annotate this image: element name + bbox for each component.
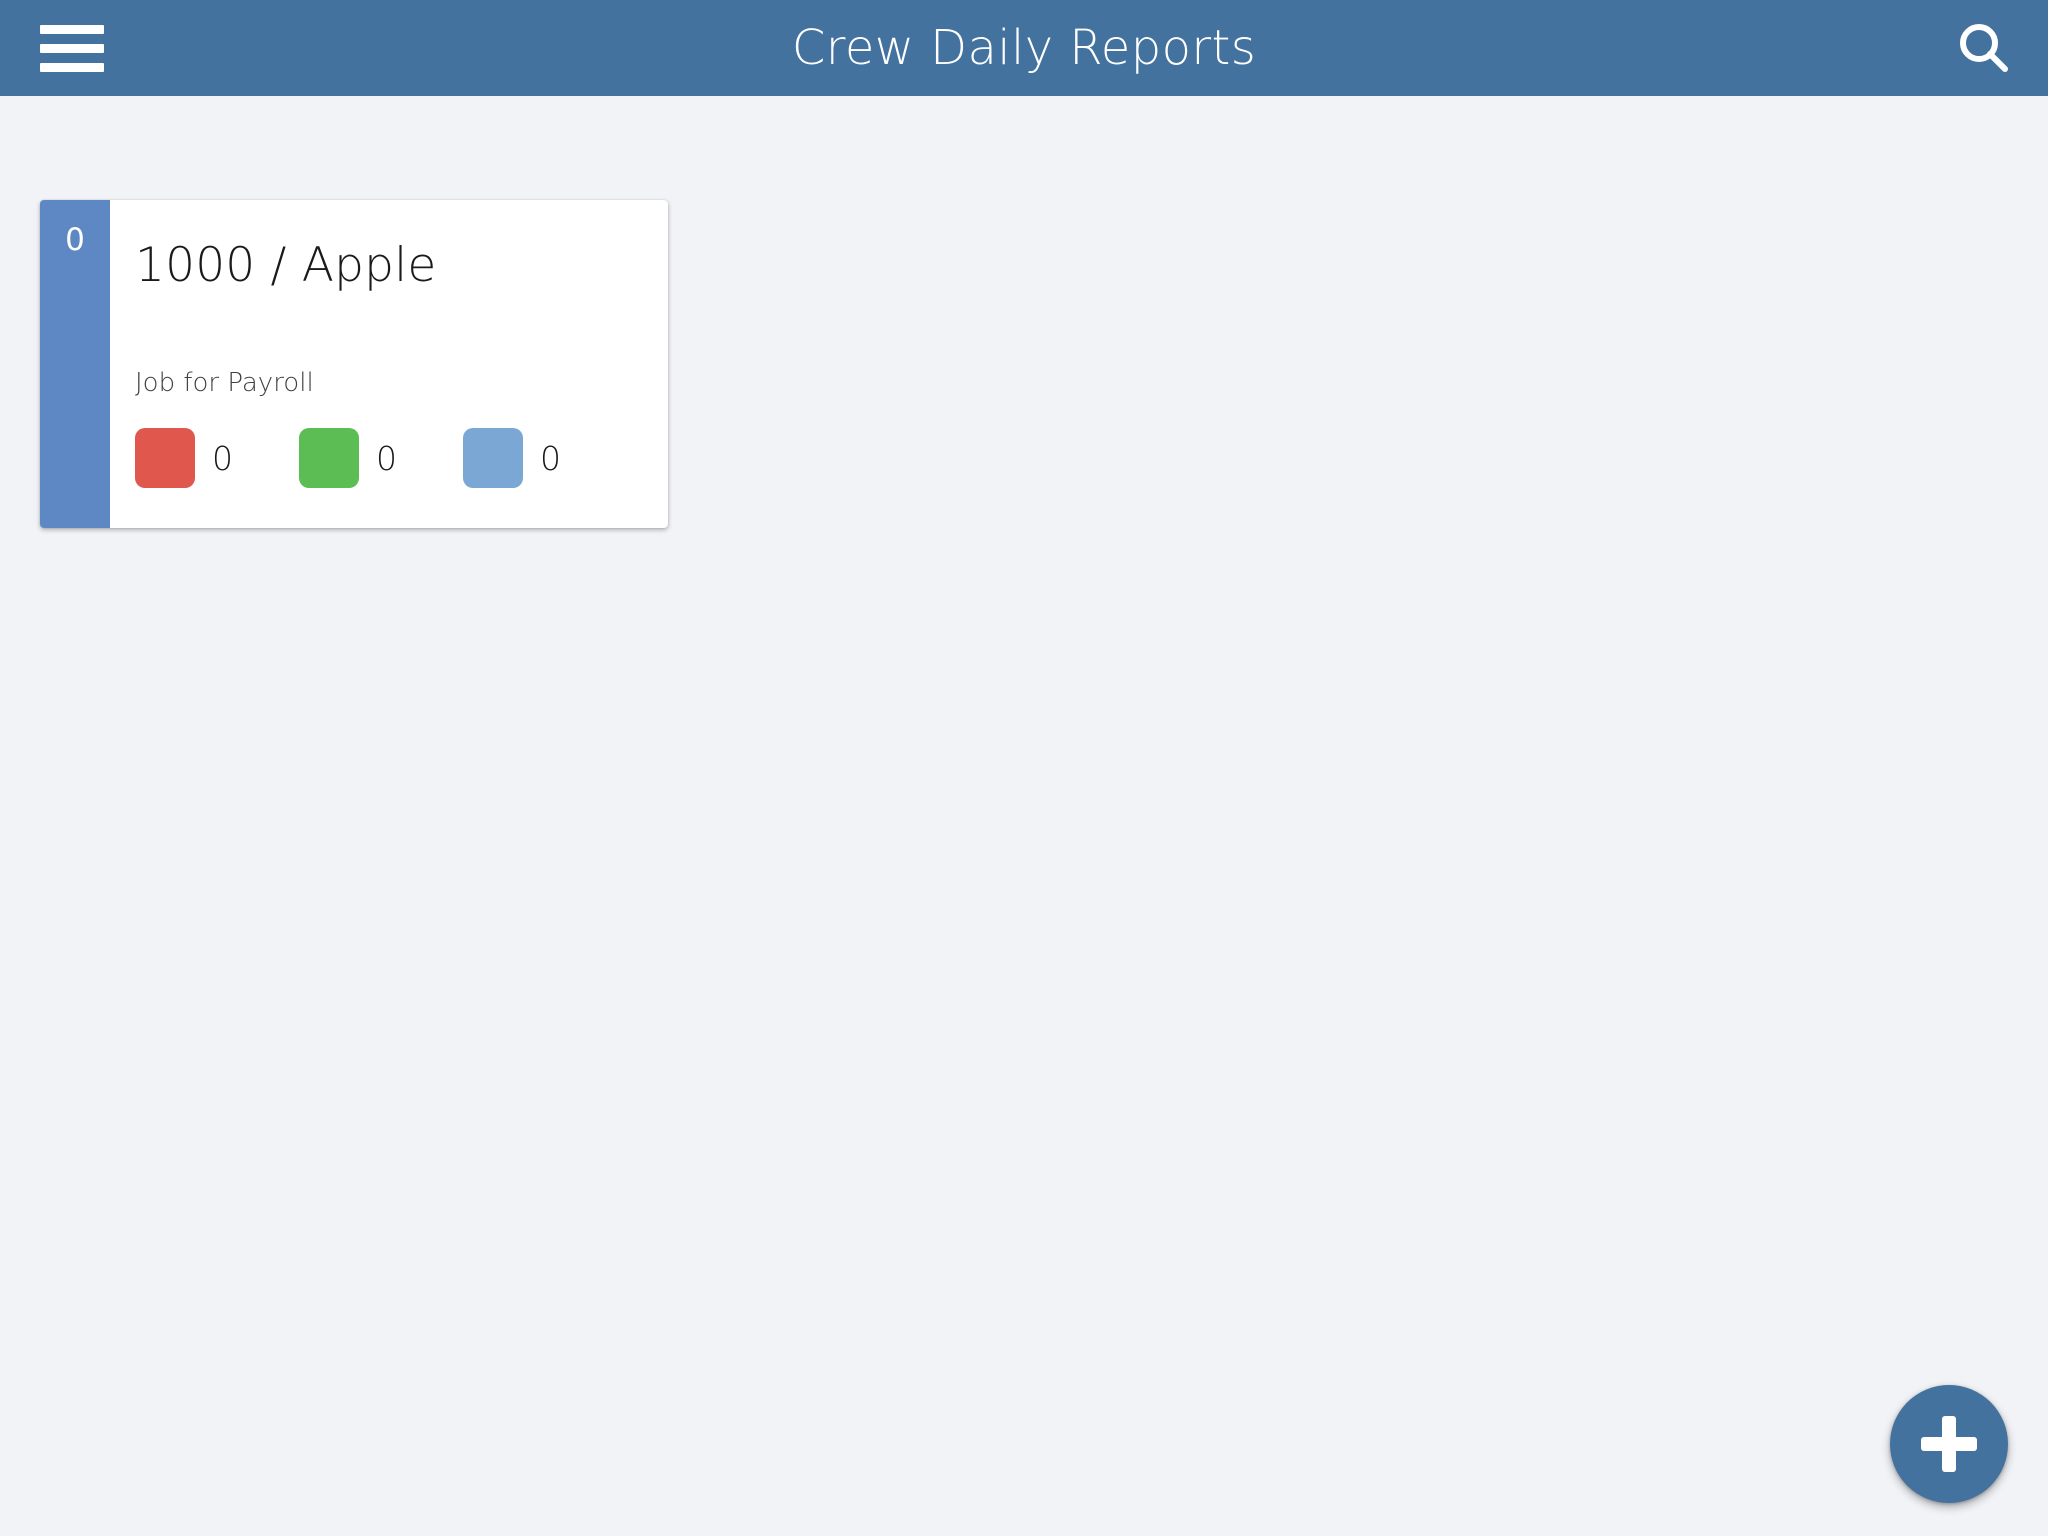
card-badge-count: 0 <box>65 222 85 258</box>
plus-icon-vertical <box>1942 1416 1956 1472</box>
status-chip-red[interactable]: 0 <box>135 428 233 488</box>
red-status-chip-value: 0 <box>212 438 233 478</box>
report-card[interactable]: 0 1000 / Apple Job for Payroll 0 0 0 <box>40 200 668 528</box>
add-report-fab[interactable] <box>1890 1385 2008 1503</box>
blue-status-chip-swatch <box>463 428 523 488</box>
page-title: Crew Daily Reports <box>791 20 1257 76</box>
search-button[interactable] <box>1948 14 2020 82</box>
green-status-chip-swatch <box>299 428 359 488</box>
red-status-chip-swatch <box>135 428 195 488</box>
card-title: 1000 / Apple <box>135 238 437 293</box>
card-subtitle: Job for Payroll <box>135 368 314 398</box>
green-status-chip-value: 0 <box>376 438 397 478</box>
search-icon <box>1960 24 2008 72</box>
status-chip-green[interactable]: 0 <box>299 428 397 488</box>
card-body: 1000 / Apple Job for Payroll 0 0 0 <box>110 200 668 528</box>
blue-status-chip-value: 0 <box>540 438 561 478</box>
app-bar: Crew Daily Reports <box>0 0 2048 96</box>
status-chip-blue[interactable]: 0 <box>463 428 561 488</box>
report-card-list: 0 1000 / Apple Job for Payroll 0 0 0 <box>0 96 2048 1536</box>
card-status-chip-row: 0 0 0 <box>135 428 561 488</box>
card-count-strip: 0 <box>40 200 110 528</box>
